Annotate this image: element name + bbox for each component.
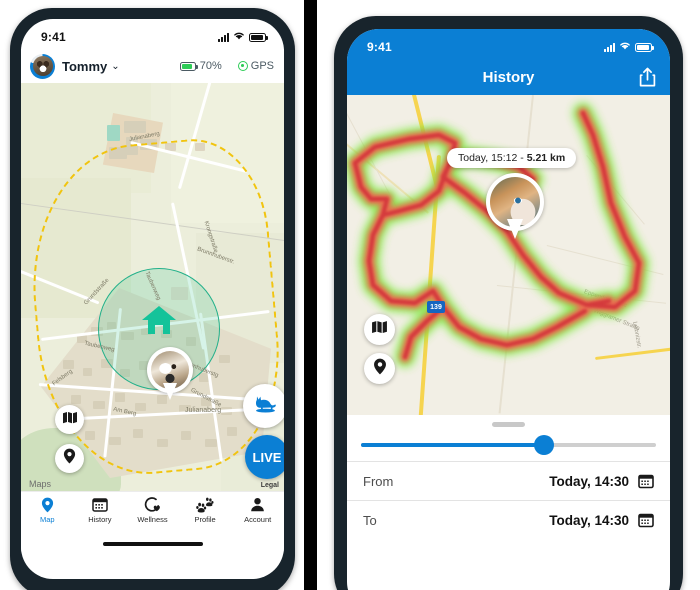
map-pin-icon [41,496,54,513]
status-time: 9:41 [41,30,66,44]
tab-label: Account [244,515,272,524]
map-layers-button[interactable] [364,314,395,345]
pet-avatar[interactable] [30,53,55,79]
range-value: Today, 14:30 [549,473,629,489]
paw-prints-icon [196,496,214,513]
locate-me-icon [373,358,387,380]
page-title: History [482,68,535,86]
trip-summary-pill: Today, 15:12 - 5.21 km [447,148,577,168]
status-time: 9:41 [367,40,392,54]
pet-avatar-image [32,56,53,76]
gps-label: GPS [250,60,274,72]
range-value: Today, 14:30 [549,512,629,528]
time-slider[interactable] [361,435,656,455]
live-tracking-button[interactable]: LIVE [245,435,284,479]
history-heatmap-map[interactable]: Leibnizstr. Eppendorfstraße Wiggramer St… [347,95,670,415]
tab-label: Map [40,515,55,524]
battery-icon [179,61,198,71]
tab-label: Profile [194,515,216,524]
live-map[interactable]: Julianaberg Krongstraße Grundstraße Taub… [21,83,284,491]
range-row-from[interactable]: From Today, 14:30 [347,461,670,500]
home-indicator [21,535,284,553]
pet-location-pin[interactable] [147,347,193,401]
tracker-battery-indicator: 70% [179,60,222,72]
wifi-icon [233,31,245,43]
locate-me-button[interactable] [364,353,395,384]
tab-label: Wellness [137,515,168,524]
gps-icon [237,61,248,71]
range-row-to[interactable]: To Today, 14:30 [347,500,670,539]
cellular-signal-icon [218,32,229,42]
tab-map[interactable]: Map [21,496,74,524]
battery-icon [635,42,654,52]
locate-me-icon [63,448,76,469]
highway-shield: 139 [427,301,445,313]
activity-heart-icon [144,496,161,513]
right-phone-screen: 9:41 History Leibnizstr. Eppendorfstraße… [347,29,670,590]
cellular-signal-icon [604,42,615,52]
screenshot-stage: 9:41 Tommy ⌄ 70% GPS Julianaberg Krongst… [0,0,700,590]
left-phone-frame: 9:41 Tommy ⌄ 70% GPS Julianaberg Krongst… [10,8,295,590]
chevron-down-icon[interactable]: ⌄ [111,61,119,72]
map-layers-icon [371,320,388,339]
drag-handle-icon[interactable] [347,415,670,433]
wifi-icon [619,41,631,53]
time-range-sheet: From Today, 14:30 To Today, 14:30 [347,415,670,539]
tab-history[interactable]: History [74,496,127,524]
trip-time-label: Today, 15:12 - [458,152,527,164]
person-icon [250,496,265,513]
share-icon [638,67,657,92]
right-status-bar: 9:41 [347,29,670,59]
range-label: To [363,512,377,528]
history-nav-bar: History [347,59,670,95]
map-building [124,121,146,133]
live-button-label: LIVE [252,449,282,465]
map-place-label: Julianaberg [185,407,222,414]
map-layers-icon [62,411,78,429]
cat-location-pin[interactable] [486,173,544,241]
calendar-icon[interactable] [638,512,654,528]
find-pet-button[interactable] [243,384,284,428]
time-slider-fill [361,443,544,447]
tab-profile[interactable]: Profile [179,496,232,524]
left-status-bar: 9:41 [21,19,284,49]
pet-name-label[interactable]: Tommy [62,59,107,74]
calendar-icon [92,496,108,513]
time-slider-wrap [347,433,670,461]
bottom-tab-bar: Map History Wellness Profile Account [21,491,284,535]
tab-account[interactable]: Account [231,496,284,524]
cat-silhouette-icon [252,394,279,419]
map-building [107,125,120,141]
battery-percent-label: 70% [199,60,222,72]
pet-selector-header: Tommy ⌄ 70% GPS [21,49,284,83]
activity-heatmap-track [347,103,649,367]
locate-me-button[interactable] [55,444,84,473]
maps-attribution[interactable]: Maps [29,479,51,489]
tab-label: History [88,515,112,524]
map-layers-button[interactable] [55,405,84,434]
battery-icon [249,32,268,42]
legal-attribution[interactable]: Legal [261,482,279,489]
share-button[interactable] [638,67,657,88]
panel-divider [304,0,317,590]
left-phone-screen: 9:41 Tommy ⌄ 70% GPS Julianaberg Krongst… [21,19,284,579]
trip-distance-label: 5.21 km [526,152,566,164]
range-label: From [363,473,394,489]
tab-wellness[interactable]: Wellness [126,496,179,524]
right-phone-frame: 9:41 History Leibnizstr. Eppendorfstraße… [334,16,683,590]
time-slider-knob[interactable] [533,435,554,455]
gps-status-indicator: GPS [237,60,274,72]
calendar-icon[interactable] [638,473,654,489]
